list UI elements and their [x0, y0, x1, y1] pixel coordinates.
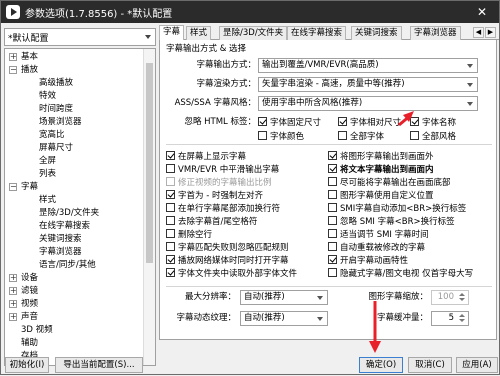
annotation-arrows: [369, 111, 414, 353]
annotation-arrow-up: [398, 111, 414, 127]
annotation-arrow-down: [369, 301, 381, 353]
preferences-window: 参数选项(1.7.8556) - *默认配置 ✕ *默认配置 基本 + 播放 − 高级播…: [0, 0, 500, 375]
arrow-head: [369, 341, 381, 353]
